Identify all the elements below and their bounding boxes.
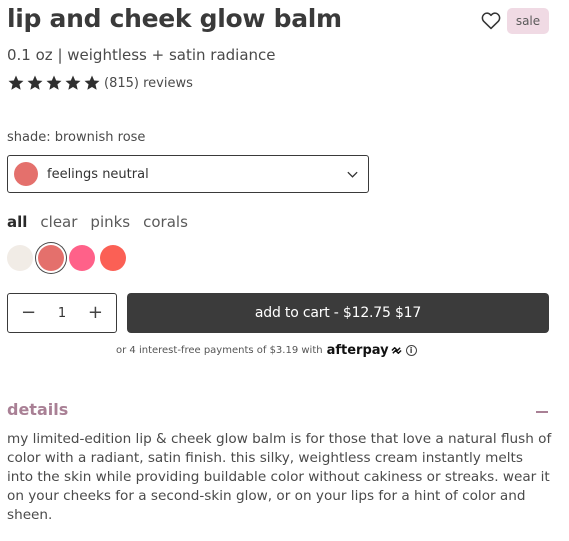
details-heading[interactable]: details (7, 400, 68, 419)
info-icon[interactable]: i (405, 345, 417, 356)
shade-swatch[interactable] (100, 245, 126, 271)
product-title: lip and cheek glow balm (7, 4, 342, 33)
product-subtitle: 0.1 oz | weightless + satin radiance (7, 46, 276, 64)
rating[interactable]: (815) reviews (7, 74, 193, 92)
selected-shade-name: feelings neutral (47, 166, 149, 182)
filter-clear[interactable]: clear (40, 213, 77, 231)
details-description: my limited-edition lip & cheek glow balm… (7, 431, 552, 523)
filter-corals[interactable]: corals (143, 213, 188, 231)
installments-note: or 4 interest-free payments of $3.19 wit… (116, 343, 417, 358)
installments-text: or 4 interest-free payments of $3.19 wit… (116, 345, 323, 356)
shade-filters: all clear pinks corals (7, 213, 188, 231)
star-icon (65, 75, 81, 90)
filter-pinks[interactable]: pinks (90, 213, 130, 231)
add-to-cart-button[interactable]: add to cart - $12.75 $17 (127, 293, 549, 333)
shade-swatch-selected[interactable] (38, 245, 64, 271)
star-icon (8, 75, 24, 90)
quantity-value[interactable]: 1 (58, 306, 66, 321)
shade-swatches (7, 245, 126, 271)
rating-stars (7, 74, 101, 92)
chevron-down-icon (347, 171, 358, 178)
afterpay-logo: afterpay (326, 343, 389, 358)
star-icon (84, 75, 100, 90)
shade-swatch[interactable] (7, 245, 33, 271)
filter-all[interactable]: all (7, 213, 27, 231)
increase-quantity-button[interactable]: + (88, 304, 103, 322)
sale-badge: sale (507, 8, 549, 34)
heart-icon[interactable] (481, 11, 501, 30)
afterpay-arrows-icon (391, 347, 402, 354)
quantity-stepper: − 1 + (7, 293, 117, 333)
shade-swatch[interactable] (69, 245, 95, 271)
collapse-icon[interactable] (536, 411, 548, 413)
review-count: (815) reviews (104, 75, 193, 91)
star-icon (27, 75, 43, 90)
shade-select[interactable]: feelings neutral (7, 155, 369, 193)
star-icon (46, 75, 62, 90)
selected-shade-swatch (14, 162, 38, 186)
decrease-quantity-button[interactable]: − (21, 304, 36, 322)
shade-label: shade: brownish rose (7, 130, 146, 145)
